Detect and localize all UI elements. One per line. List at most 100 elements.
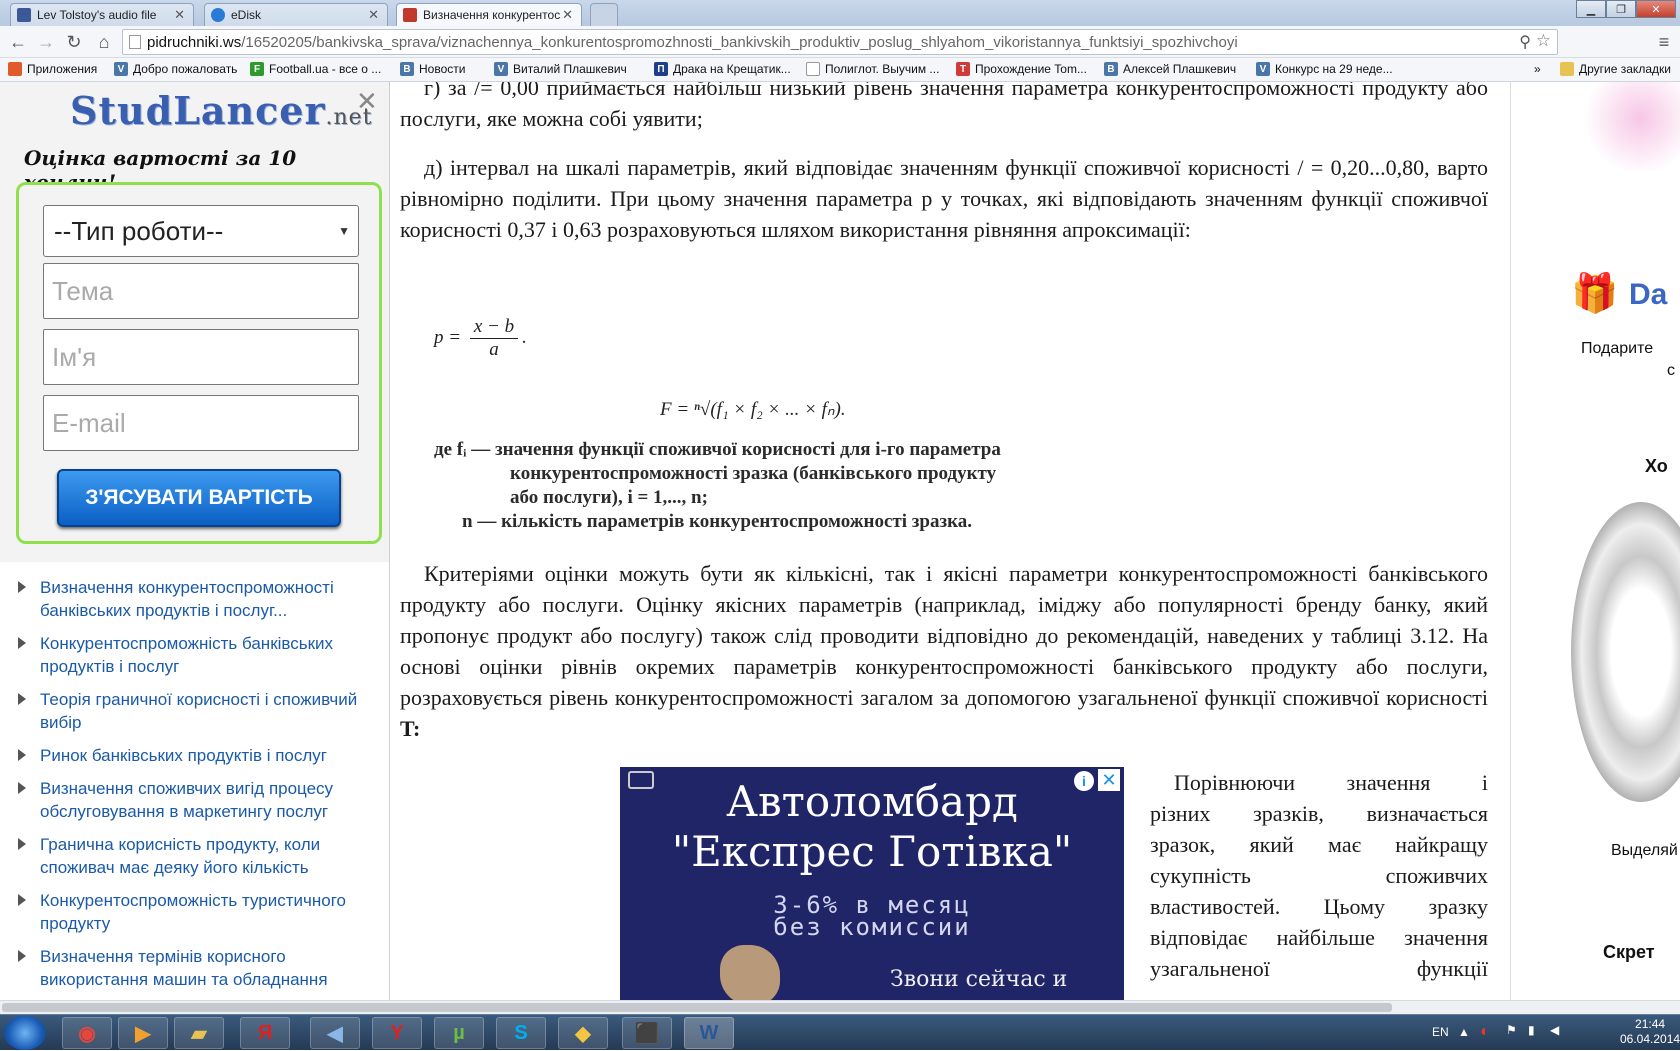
system-tray: EN ▲ ◐ ⚑ ▮ ◀ 21:44 06.04.2014	[1424, 1015, 1680, 1051]
list-item[interactable]: Гранична корисність продукту, коли спожи…	[18, 833, 388, 879]
flag-icon[interactable]: ⚑	[1506, 1023, 1517, 1037]
ad-subtitle: без комиссии	[773, 913, 971, 941]
minimize-icon[interactable]: ▁	[1576, 0, 1606, 18]
word: відповідає	[1150, 925, 1248, 950]
link-text[interactable]: Визначення конкурентоспроможності банків…	[40, 578, 334, 620]
reload-icon[interactable]: ↻	[62, 30, 86, 54]
address-bar[interactable]: pidruchniki.ws/16520205/bankivska_sprava…	[122, 29, 1558, 55]
word-icon[interactable]: W	[684, 1017, 734, 1049]
bookmark-item[interactable]: П Драка на Крещатик...	[654, 62, 791, 76]
topic-input[interactable]: Тема	[43, 263, 359, 319]
link-text[interactable]: Визначення споживчих вигід процесу обслу…	[40, 779, 333, 821]
link-text[interactable]: Конкурентоспроможність банківських проду…	[40, 634, 333, 676]
email-input[interactable]: E-mail	[43, 395, 359, 451]
horizontal-scrollbar[interactable]	[0, 1000, 1680, 1014]
link-text[interactable]: Конкурентоспроможність туристичного прод…	[40, 891, 346, 933]
text-line: зразок, який має найкращу	[1150, 829, 1488, 860]
bookmark-item[interactable]: V Добро пожаловать	[114, 62, 237, 76]
list-item[interactable]: Визначення конкурентоспроможності банків…	[18, 576, 388, 622]
utorrent-icon[interactable]: µ	[434, 1017, 484, 1049]
bookmark-apps[interactable]: Приложения	[8, 62, 97, 76]
link-text[interactable]: Гранична корисність продукту, коли спожи…	[40, 835, 320, 877]
page-icon: П	[654, 62, 668, 76]
word: різних	[1150, 801, 1211, 826]
work-type-select[interactable]: --Тип роботи-- ▼	[43, 205, 359, 257]
right-ad-column[interactable]: 🎁 Da Подарите с Хо Выделяй Скрет	[1511, 82, 1680, 1000]
bookmark-item[interactable]: V Конкурс на 29 неде...	[1256, 62, 1393, 76]
list-item[interactable]: Теорія граничної корисності і споживчий …	[18, 688, 388, 734]
bookmark-item[interactable]: V Виталий Плашкевич	[494, 62, 627, 76]
list-item[interactable]: Конкурентоспроможність туристичного прод…	[18, 889, 388, 935]
close-window-icon[interactable]: ✕	[1636, 0, 1676, 18]
menu-icon[interactable]: ≡	[1652, 30, 1676, 54]
bookmark-item[interactable]: Полиглот. Выучим ...	[806, 62, 939, 76]
tab-close-icon[interactable]: ✕	[368, 7, 379, 23]
language-indicator[interactable]: EN	[1432, 1025, 1449, 1039]
list-item[interactable]: Визначення споживчих вигід процесу обслу…	[18, 777, 388, 823]
yandex-browser-icon[interactable]: Y	[372, 1017, 422, 1049]
bookmarks-overflow[interactable]: »	[1534, 62, 1541, 76]
related-links-list: Визначення конкурентоспроможності банків…	[18, 576, 388, 1000]
name-input[interactable]: Ім'я	[43, 329, 359, 385]
forward-icon[interactable]: →	[34, 30, 58, 54]
tab-active-article[interactable]: Визначення конкурентос ✕	[396, 3, 582, 26]
tab-lev-tolstoy[interactable]: Lev Tolstoy's audio file ✕	[10, 3, 194, 26]
bookmark-label: Новости	[419, 62, 466, 76]
formula-legend-line: n — кількість параметрів конкурентоспром…	[462, 511, 973, 532]
security-icon[interactable]: ◆	[558, 1017, 608, 1049]
get-price-button[interactable]: З'ЯСУВАТИ ВАРТІСТЬ	[57, 469, 341, 527]
bookmark-star-icon[interactable]: ☆	[1536, 31, 1551, 51]
list-item[interactable]: Визначення термінів корисного використан…	[18, 945, 388, 991]
formula-fraction: x − b a	[469, 316, 519, 361]
ad-heading: Хо	[1645, 456, 1668, 476]
flower-image	[1581, 82, 1680, 172]
other-bookmarks[interactable]: Другие закладки	[1560, 62, 1671, 76]
bookmark-item[interactable]: T Прохождение Tom...	[956, 62, 1087, 76]
word: визначається	[1366, 801, 1488, 826]
antivirus-icon[interactable]: ◐	[1480, 1023, 1490, 1041]
word: зразок,	[1150, 832, 1216, 857]
chrome-icon[interactable]: ◉	[62, 1017, 112, 1049]
tray-arrow-icon[interactable]: ▲	[1458, 1025, 1470, 1039]
list-item[interactable]: Конкурентоспроможність банківських проду…	[18, 632, 388, 678]
tab-edisk[interactable]: eDisk ✕	[204, 3, 388, 26]
search-icon[interactable]: ⚲	[1519, 32, 1531, 52]
pdf-reader-icon[interactable]: ⬛	[622, 1017, 672, 1049]
close-icon[interactable]: ✕	[356, 86, 378, 117]
volume-icon[interactable]: ◀	[1550, 1023, 1559, 1037]
link-text[interactable]: Теорія граничної корисності і споживчий …	[40, 690, 357, 732]
tab-close-icon[interactable]: ✕	[562, 7, 573, 23]
word: значення	[1404, 925, 1488, 950]
tab-close-icon[interactable]: ✕	[174, 7, 185, 23]
clock[interactable]: 21:44 06.04.2014	[1620, 1017, 1680, 1047]
bookmark-item[interactable]: B Новости	[400, 62, 465, 76]
list-item[interactable]: Ринок банківських продуктів і послуг	[18, 744, 388, 767]
studlancer-logo[interactable]: StudLancer.net	[70, 88, 373, 133]
scrollbar-thumb[interactable]	[2, 1003, 1392, 1012]
back-icon[interactable]: ←	[6, 30, 30, 54]
folder-icon[interactable]: ▰	[174, 1017, 224, 1049]
bookmark-item[interactable]: F Football.ua - все о ...	[250, 62, 381, 76]
football-icon: F	[250, 62, 264, 76]
bookmark-item[interactable]: B Алексей Плашкевич	[1104, 62, 1236, 76]
word: має	[1328, 832, 1362, 857]
bookmark-label: Приложения	[27, 62, 98, 76]
skype-icon[interactable]: S	[496, 1017, 546, 1049]
network-icon[interactable]: ▮	[1528, 1023, 1535, 1037]
media-player-icon[interactable]: ▶	[118, 1017, 168, 1049]
ad-cta-text: Звони сейчас и	[890, 967, 1068, 992]
tab-bar: Lev Tolstoy's audio file ✕ eDisk ✕ Визна…	[0, 0, 1680, 26]
vk-icon: V	[114, 62, 128, 76]
link-text[interactable]: Ринок банківських продуктів і послуг	[40, 746, 327, 765]
home-icon[interactable]: ⌂	[92, 30, 116, 54]
inline-ad-banner[interactable]: i ✕ Автоломбард "Експрес Готівка" 3-6% в…	[620, 767, 1124, 1000]
link-text[interactable]: Визначення термінів корисного використан…	[40, 947, 328, 989]
new-tab-button[interactable]	[590, 3, 618, 26]
audio-icon[interactable]: ◀	[310, 1017, 360, 1049]
bookmark-label: Добро пожаловать	[133, 62, 238, 76]
restore-icon[interactable]: ❐	[1606, 0, 1636, 18]
bookmark-label: Football.ua - все о ...	[269, 62, 382, 76]
word: який	[1249, 832, 1294, 857]
yandex-icon[interactable]: Я	[240, 1017, 290, 1049]
start-button[interactable]	[4, 1016, 46, 1050]
